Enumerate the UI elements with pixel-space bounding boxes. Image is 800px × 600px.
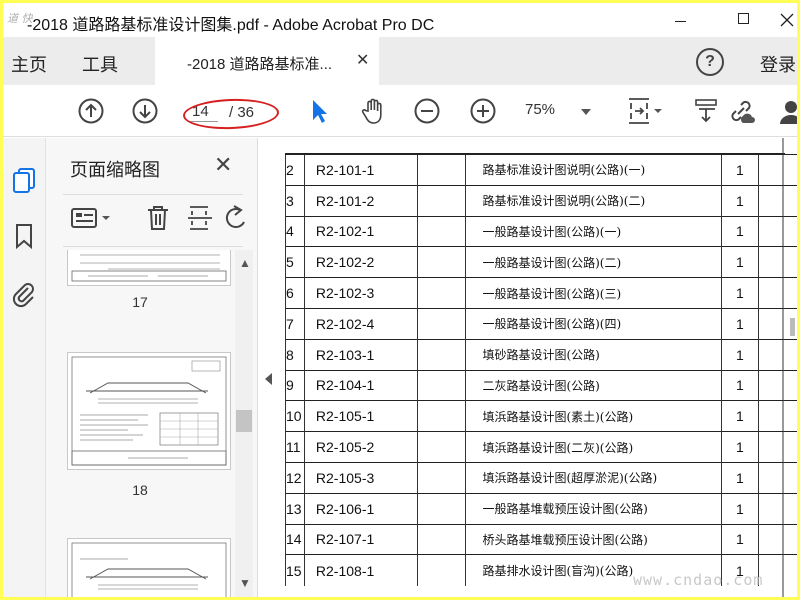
bookmarks-icon[interactable]: [10, 222, 38, 250]
close-icon: [780, 13, 794, 27]
maximize-button[interactable]: [721, 3, 767, 37]
rotate-page-icon[interactable]: [222, 204, 250, 232]
nav-home[interactable]: 主页: [11, 51, 47, 77]
tab-bar: 主页 工具 -2018 道路路基标准... ✕ ? 登录: [3, 37, 797, 85]
scan-noise: [782, 138, 795, 597]
maximize-icon: [738, 13, 749, 24]
collapse-panel-icon[interactable]: [265, 373, 272, 385]
toolbar: / 36 75%: [3, 85, 797, 137]
document-tab-label: -2018 道路路基标准...: [187, 56, 333, 73]
delete-page-icon[interactable]: [144, 204, 172, 232]
scrollbar-thumb[interactable]: [236, 410, 252, 432]
thumbnail-preview: [71, 254, 227, 282]
scroll-up-icon[interactable]: ▲: [239, 256, 251, 270]
select-tool-icon[interactable]: [305, 97, 333, 125]
thumbnail-preview: [71, 542, 227, 597]
minimize-icon: [675, 21, 686, 22]
next-page-icon[interactable]: [131, 97, 159, 125]
hand-tool-icon[interactable]: [359, 97, 387, 125]
account-icon[interactable]: [777, 97, 797, 125]
scroll-mode-icon[interactable]: [693, 97, 721, 125]
insert-page-icon[interactable]: [186, 204, 214, 232]
minimize-button[interactable]: [657, 3, 703, 37]
scroll-down-icon[interactable]: ▼: [239, 576, 251, 590]
zoom-in-icon[interactable]: [469, 97, 497, 125]
help-icon[interactable]: ?: [696, 48, 724, 76]
watermark: www.cndao.com: [633, 571, 764, 589]
previous-page-icon[interactable]: [77, 97, 105, 125]
window-title: -2018 道路路基标准设计图集.pdf - Adobe Acrobat Pro…: [27, 17, 435, 34]
page-thumbnails-icon[interactable]: [10, 166, 38, 194]
nav-tools[interactable]: 工具: [82, 51, 118, 77]
attachments-icon[interactable]: [10, 280, 38, 308]
navigation-rail: [3, 138, 46, 597]
title-bar: 道 快 -2018 道路路基标准设计图集.pdf - Adobe Acrobat…: [3, 3, 797, 37]
thumbnail-options-icon[interactable]: [70, 204, 114, 232]
zoom-dropdown-icon[interactable]: [581, 109, 591, 115]
thumbnail-page-18[interactable]: [67, 352, 231, 470]
share-link-icon[interactable]: [727, 97, 755, 125]
panel-title: 页面缩略图: [70, 160, 160, 180]
thumbnail-label: 17: [132, 294, 148, 310]
close-panel-icon[interactable]: ✕: [214, 152, 232, 178]
thumbnail-list: 17 18: [46, 250, 234, 597]
document-view[interactable]: 2 R2-101-1 路基标准设计图说明(公路)(一) 1 3 R2-101-2 路基标准设…: [275, 138, 797, 597]
thumbnails-panel: 页面缩略图 ✕ 17 18 ▲ ▼: [46, 138, 258, 597]
document-tab[interactable]: -2018 道路路基标准... ✕: [155, 37, 379, 85]
acrobat-window: 道 快 -2018 道路路基标准设计图集.pdf - Adobe Acrobat…: [3, 3, 797, 597]
panel-divider: [63, 194, 243, 195]
zoom-level[interactable]: 75%: [525, 101, 555, 118]
zoom-out-icon[interactable]: [413, 97, 441, 125]
page-display-icon[interactable]: [627, 97, 663, 125]
panel-divider: [63, 246, 243, 247]
thumbnail-preview: [71, 356, 227, 466]
close-tab-icon[interactable]: ✕: [356, 50, 369, 70]
close-window-button[interactable]: [779, 3, 797, 37]
thumbnail-label: 18: [132, 482, 148, 498]
thumbnail-page-19[interactable]: [67, 538, 231, 597]
login-link[interactable]: 登录: [760, 51, 796, 77]
thumbnail-page-17[interactable]: [67, 250, 231, 286]
thumbnail-scrollbar[interactable]: ▲ ▼: [235, 250, 253, 597]
